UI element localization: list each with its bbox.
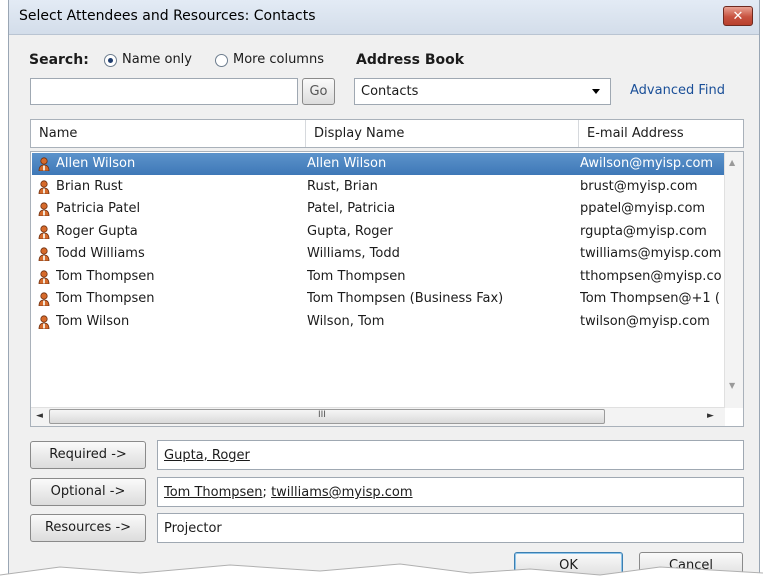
- more-columns-label[interactable]: More columns: [233, 52, 324, 67]
- torn-edge-decoration: [0, 563, 763, 581]
- contact-person-icon: [38, 157, 50, 171]
- optional-recipients: Tom Thompsen; twilliams@myisp.com: [164, 478, 413, 508]
- contact-person-icon: [38, 224, 50, 239]
- column-header-email[interactable]: E-mail Address: [579, 120, 743, 147]
- contact-email: twilliams@myisp.com: [580, 246, 722, 261]
- column-header-name[interactable]: Name: [31, 120, 306, 147]
- chevron-down-icon: [592, 89, 600, 94]
- contact-name: Roger Gupta: [56, 223, 138, 239]
- contact-email: ppatel@myisp.com: [580, 201, 706, 216]
- contact-email: Tom Thompsen@+1 (: [580, 291, 720, 306]
- address-book-selected: Contacts: [361, 84, 419, 99]
- contact-name: Brian Rust: [56, 178, 123, 194]
- scroll-left-icon[interactable]: ◄: [36, 411, 43, 421]
- optional-recipient-1[interactable]: Tom Thompsen: [164, 485, 263, 500]
- scroll-grip-icon: III: [318, 410, 326, 420]
- advanced-find-link[interactable]: Advanced Find: [630, 83, 725, 98]
- scroll-down-icon[interactable]: ▼: [729, 381, 735, 390]
- horizontal-scroll-thumb[interactable]: III: [49, 409, 605, 424]
- name-only-radio[interactable]: [104, 54, 117, 67]
- contact-person-icon: [38, 179, 50, 194]
- dialog-title: Select Attendees and Resources: Contacts: [19, 8, 316, 24]
- contact-person-icon: [38, 314, 50, 329]
- contact-name: Tom Thompsen: [56, 291, 155, 306]
- contact-display-name: Allen Wilson: [307, 156, 387, 171]
- contact-row[interactable]: Brian Rust Rust, Brian brust@myisp.com: [32, 176, 724, 198]
- contact-person-icon: [38, 247, 50, 261]
- address-book-select[interactable]: Contacts: [354, 78, 611, 105]
- contacts-list: Allen Wilson Allen Wilson Awilson@myisp.co…: [30, 151, 744, 427]
- contact-display-name: Gupta, Roger: [307, 223, 393, 239]
- contact-display-name: Rust, Brian: [307, 178, 378, 194]
- horizontal-scrollbar[interactable]: ◄ III ►: [31, 407, 725, 426]
- contact-display-name: Williams, Todd: [307, 246, 400, 261]
- contact-row[interactable]: Tom Wilson Wilson, Tom twilson@myisp.com: [32, 311, 724, 333]
- required-field[interactable]: Gupta, Roger: [157, 440, 744, 470]
- contact-person-icon: [38, 202, 50, 216]
- contact-display-name: Tom Thompsen (Business Fax): [307, 291, 504, 306]
- resources-button[interactable]: Resources ->: [30, 514, 146, 542]
- required-button[interactable]: Required ->: [30, 441, 146, 469]
- required-recipient[interactable]: Gupta, Roger: [164, 441, 250, 471]
- vertical-scrollbar[interactable]: ▲ ▼: [724, 152, 743, 408]
- optional-recipient-2[interactable]: twilliams@myisp.com: [271, 485, 412, 500]
- search-label: Search:: [29, 52, 89, 68]
- select-attendees-dialog: Select Attendees and Resources: Contacts…: [8, 0, 760, 581]
- optional-field[interactable]: Tom Thompsen; twilliams@myisp.com: [157, 477, 744, 507]
- scroll-up-icon[interactable]: ▲: [729, 158, 735, 167]
- contact-name: Patricia Patel: [56, 201, 141, 216]
- contact-display-name: Tom Thompsen: [307, 268, 406, 284]
- contact-email: rgupta@myisp.com: [580, 223, 707, 239]
- contact-name: Allen Wilson: [56, 156, 136, 171]
- column-header-display-name[interactable]: Display Name: [306, 120, 579, 147]
- close-icon: ✕: [732, 9, 744, 24]
- contact-row[interactable]: Allen Wilson Allen Wilson Awilson@myisp.co…: [32, 153, 724, 175]
- contact-person-icon: [38, 269, 50, 284]
- title-bar: Select Attendees and Resources: Contacts…: [9, 0, 759, 35]
- contact-name: Tom Wilson: [56, 313, 130, 329]
- more-columns-radio[interactable]: [215, 54, 228, 67]
- contact-display-name: Patel, Patricia: [307, 201, 396, 216]
- contact-row[interactable]: Roger Gupta Gupta, Roger rgupta@myisp.com: [32, 221, 724, 243]
- contact-email: Awilson@myisp.com: [580, 156, 714, 171]
- recipient-separator: ;: [262, 485, 272, 500]
- contact-email: tthompsen@myisp.co: [580, 268, 722, 284]
- contact-name: Todd Williams: [56, 246, 145, 261]
- scroll-right-icon[interactable]: ►: [707, 411, 714, 421]
- contact-person-icon: [38, 292, 50, 306]
- go-button[interactable]: Go: [302, 78, 335, 105]
- contact-row[interactable]: Patricia Patel Patel, Patricia ppatel@myis…: [32, 198, 724, 220]
- resources-value: Projector: [164, 521, 222, 536]
- address-book-label: Address Book: [356, 52, 465, 68]
- contact-display-name: Wilson, Tom: [307, 313, 385, 329]
- contacts-list-header: Name Display Name E-mail Address: [30, 119, 744, 148]
- contact-name: Tom Thompsen: [56, 268, 155, 284]
- resources-field[interactable]: Projector: [157, 513, 744, 543]
- search-input[interactable]: [30, 78, 298, 105]
- contact-email: brust@myisp.com: [580, 178, 698, 194]
- contact-row[interactable]: Todd Williams Williams, Todd twilliams@myi…: [32, 243, 724, 265]
- contact-email: twilson@myisp.com: [580, 313, 710, 329]
- optional-button[interactable]: Optional ->: [30, 478, 146, 506]
- close-button[interactable]: ✕: [723, 6, 753, 26]
- name-only-label[interactable]: Name only: [122, 52, 192, 67]
- contact-row[interactable]: Tom Thompsen Tom Thompsen tthompsen@myisp.…: [32, 266, 724, 288]
- contact-row[interactable]: Tom Thompsen Tom Thompsen (Business Fax) T…: [32, 288, 724, 310]
